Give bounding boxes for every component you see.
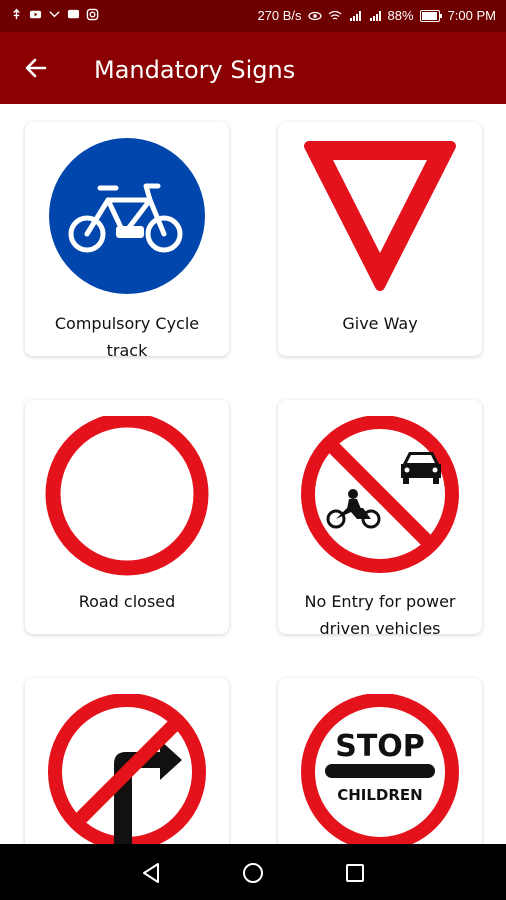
- children-sign-text: CHILDREN: [337, 786, 423, 804]
- sign-card-cycle-track[interactable]: Compulsory Cycle track: [25, 122, 229, 360]
- sign-label-line1: No Entry for power: [304, 592, 456, 611]
- sign-card-stop-children[interactable]: STOP CHILDREN: [278, 678, 482, 844]
- triangle-back-icon: [143, 863, 159, 883]
- sign-label: No Entry for power driven vehicles: [284, 588, 476, 642]
- sign-card-give-way[interactable]: Give Way: [278, 122, 482, 356]
- nav-home-button[interactable]: [238, 858, 268, 888]
- give-way-sign-icon: [304, 141, 456, 291]
- instagram-icon: [86, 8, 99, 21]
- back-button[interactable]: [18, 50, 54, 86]
- square-recents-icon: [346, 864, 364, 882]
- sign-grid[interactable]: Compulsory Cycle track Give Way Road clo…: [0, 104, 506, 844]
- page-title: Mandatory Signs: [94, 56, 296, 84]
- sign-label-line1: Give Way: [342, 314, 418, 333]
- youtube-icon: [29, 10, 42, 19]
- usb-icon: [13, 8, 20, 20]
- missed-call-icon: [49, 11, 60, 18]
- system-status: 270 B/s 88% 7:00 PM: [257, 8, 496, 24]
- circle-home-icon: [243, 863, 263, 883]
- no-right-turn-sign-icon: [48, 694, 206, 844]
- road-closed-sign-icon: [45, 416, 209, 576]
- wifi-icon: [328, 10, 341, 20]
- sign-label-line1: Road closed: [78, 592, 176, 611]
- sign-label-line2: track: [106, 341, 148, 360]
- battery-percent: 88%: [387, 8, 414, 23]
- sign-card-no-entry-power-vehicles[interactable]: No Entry for power driven vehicles: [278, 400, 482, 638]
- signal-icon: [349, 11, 361, 21]
- app-bar: Mandatory Signs: [0, 32, 506, 104]
- sign-label: Road closed: [31, 588, 223, 615]
- nav-back-button[interactable]: [136, 858, 166, 888]
- message-icon: [67, 9, 80, 19]
- network-speed: 270 B/s: [257, 8, 302, 23]
- navigation-bar: [0, 844, 506, 900]
- no-entry-power-vehicles-sign-icon: [301, 416, 459, 573]
- sign-label: Compulsory Cycle track: [31, 310, 223, 364]
- sign-card-no-right-turn[interactable]: [25, 678, 229, 844]
- battery-icon: [419, 10, 442, 22]
- sign-label: Give Way: [284, 310, 476, 337]
- nav-recents-button[interactable]: [340, 858, 370, 888]
- notification-icons: [10, 8, 99, 21]
- cycle-track-sign-icon: [49, 138, 205, 294]
- arrow-left-icon: [25, 58, 47, 78]
- signal-icon-2: [369, 11, 381, 21]
- eye-icon: [307, 11, 322, 21]
- clock: 7:00 PM: [447, 8, 496, 23]
- sign-label-line1: Compulsory Cycle: [54, 314, 200, 333]
- stop-children-sign-icon: STOP CHILDREN: [301, 694, 459, 844]
- sign-card-road-closed[interactable]: Road closed: [25, 400, 229, 634]
- stop-sign-text: STOP: [335, 729, 425, 764]
- sign-label-line2: driven vehicles: [319, 619, 441, 638]
- status-bar: 270 B/s 88% 7:00 PM: [0, 0, 506, 32]
